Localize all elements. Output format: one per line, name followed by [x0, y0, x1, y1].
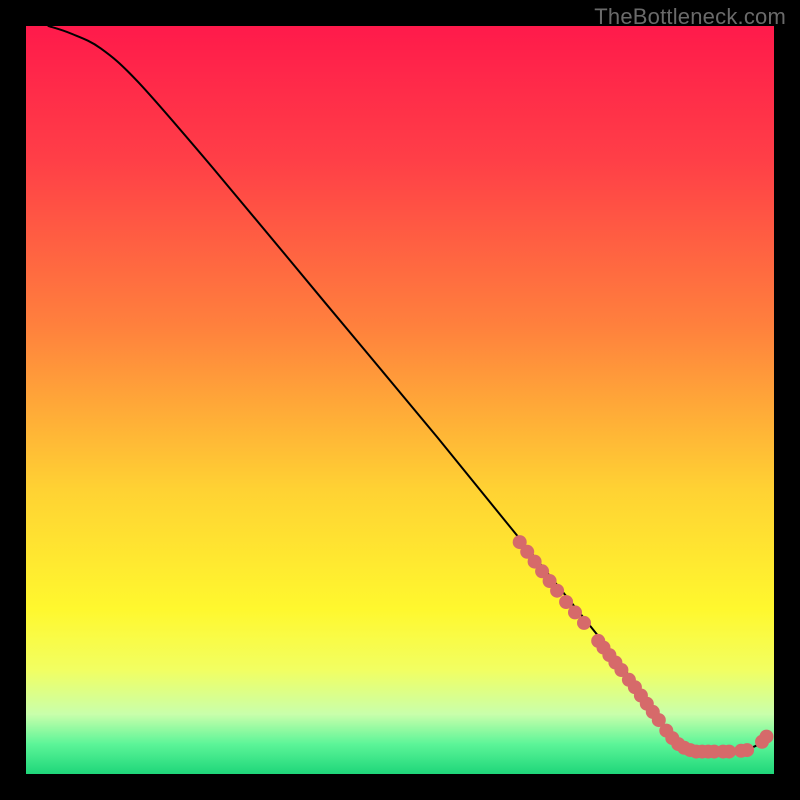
- overlay-dot: [550, 584, 564, 598]
- overlay-dot: [722, 745, 736, 759]
- overlay-dot: [740, 743, 754, 757]
- chart-svg: [26, 26, 774, 774]
- plot-area: [26, 26, 774, 774]
- watermark-text: TheBottleneck.com: [594, 4, 786, 30]
- overlay-dot: [577, 616, 591, 630]
- chart-frame: TheBottleneck.com: [0, 0, 800, 800]
- overlay-dot: [760, 730, 774, 744]
- gradient-background: [26, 26, 774, 774]
